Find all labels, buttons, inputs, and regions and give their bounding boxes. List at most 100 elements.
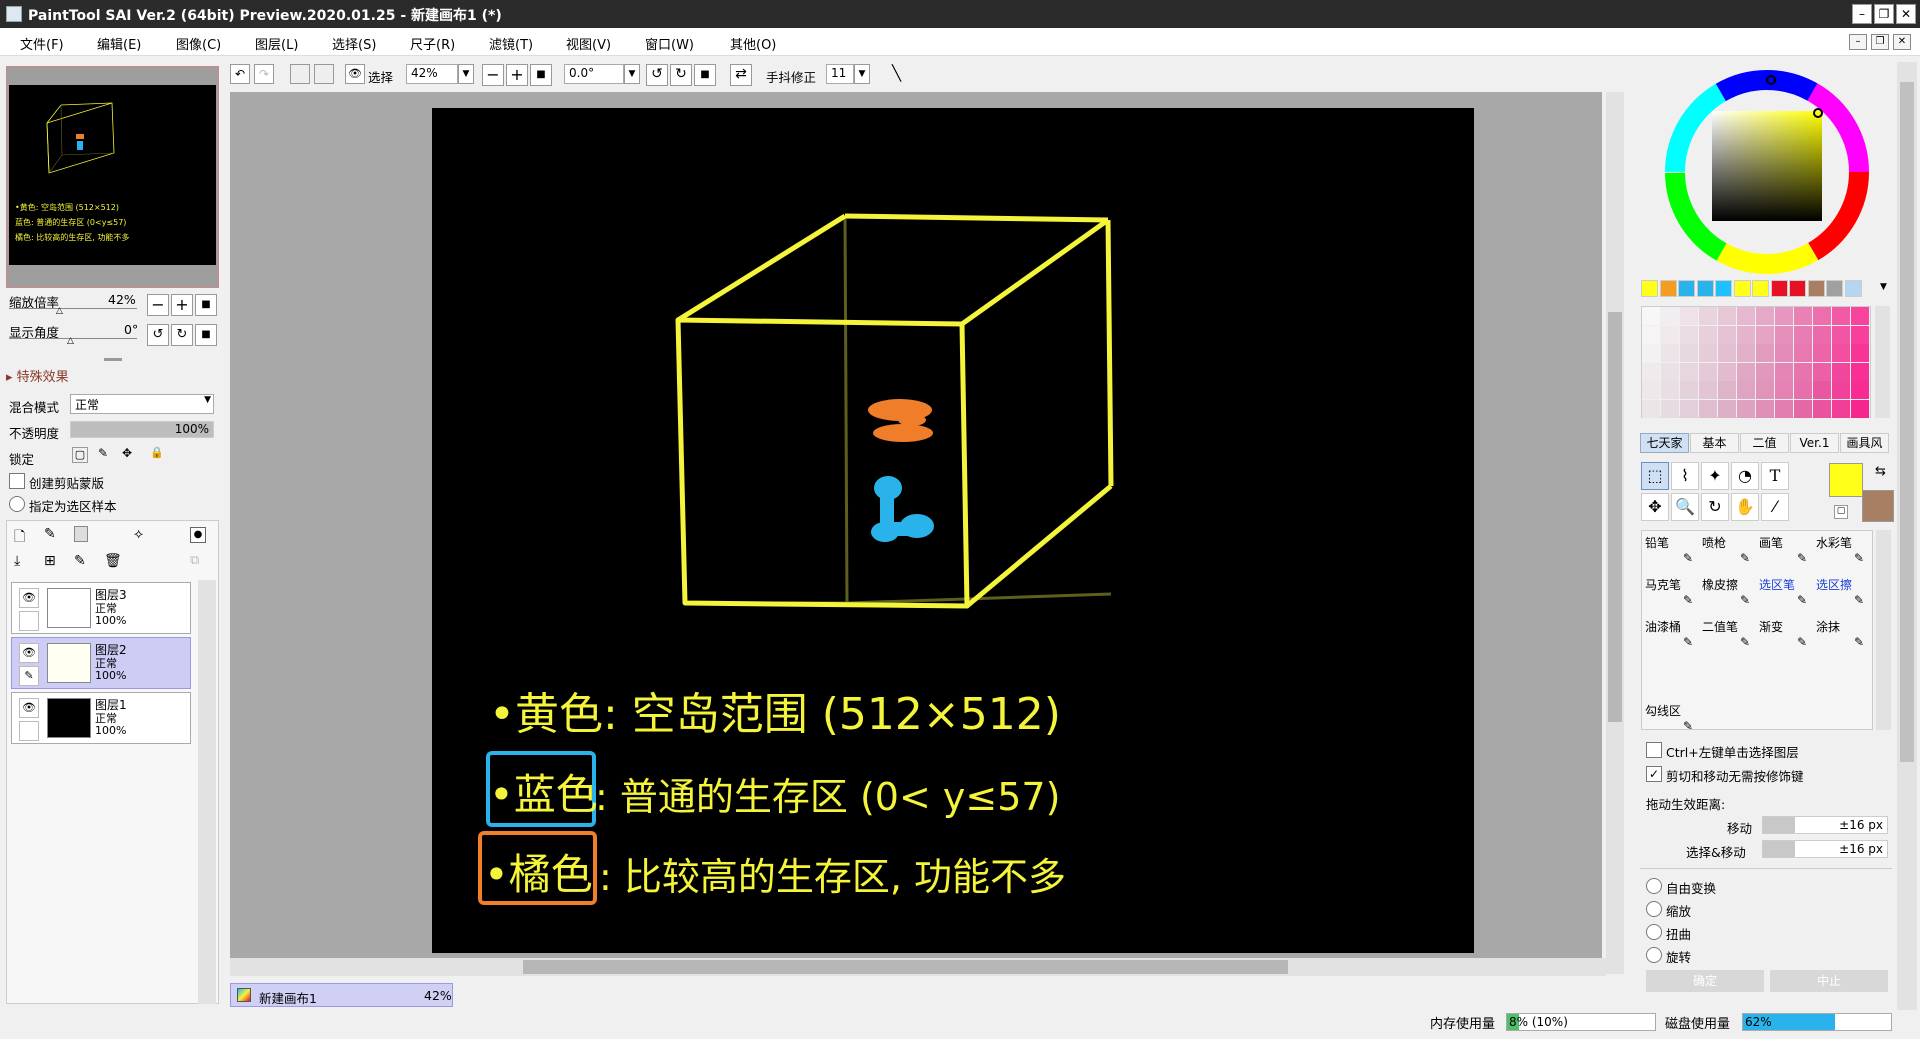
palette-swatch[interactable] [1733, 280, 1751, 297]
grid-swatch[interactable] [1718, 399, 1736, 418]
panel-splitter[interactable] [104, 358, 122, 361]
brush-scrollbar[interactable] [1876, 530, 1891, 730]
grid-swatch[interactable] [1680, 381, 1698, 399]
layer-effects-icon[interactable]: ⟡ [134, 526, 143, 542]
move-icon[interactable]: ✥ [1641, 493, 1669, 521]
grid-swatch[interactable] [1794, 399, 1812, 418]
eyedropper-icon[interactable]: ⁄ [1761, 493, 1789, 521]
grid-swatch[interactable] [1718, 325, 1736, 344]
nav-zoom-reset-button[interactable]: ■ [195, 294, 217, 316]
palette-swatch[interactable] [1826, 280, 1843, 297]
grid-swatch[interactable] [1775, 381, 1793, 399]
lock-transparency-icon[interactable]: ▢ [72, 447, 88, 463]
brush-slot[interactable]: 勾线区 ✎ [1645, 702, 1699, 742]
ctrl-click-checkbox[interactable] [1646, 742, 1662, 758]
grid-swatch[interactable] [1718, 381, 1736, 399]
grid-swatch[interactable] [1756, 362, 1774, 381]
tab-tool-set-basic[interactable]: 基本 [1690, 433, 1739, 453]
mdi-restore-button[interactable]: ❐ [1871, 34, 1889, 50]
grid-swatch[interactable] [1737, 399, 1755, 418]
zoom-in-button[interactable]: + [506, 64, 528, 86]
new-folder-icon[interactable] [74, 526, 88, 542]
grid-swatch[interactable] [1794, 362, 1812, 381]
new-linework-layer-icon[interactable]: ✎ [44, 526, 56, 542]
eye-icon[interactable]: 👁 [19, 588, 39, 608]
grid-swatch[interactable] [1832, 362, 1850, 381]
grid-swatch[interactable] [1832, 325, 1850, 344]
zoom-slider[interactable] [9, 308, 137, 309]
grid-swatch[interactable] [1642, 362, 1660, 381]
brush-slot[interactable]: 铅笔 ✎ [1645, 534, 1699, 574]
grid-swatch[interactable] [1680, 325, 1698, 344]
grid-swatch[interactable] [1756, 325, 1774, 344]
grid-swatch[interactable] [1737, 362, 1755, 381]
palette-swatch[interactable] [1641, 280, 1658, 297]
grid-swatch[interactable] [1680, 307, 1698, 325]
close-button[interactable]: ✕ [1896, 4, 1916, 24]
slider-thumb-icon[interactable]: △ [56, 306, 63, 316]
grid-swatch[interactable] [1756, 381, 1774, 399]
grid-swatch[interactable] [1642, 399, 1660, 418]
maximize-button[interactable]: ❐ [1874, 4, 1894, 24]
clip-mask-checkbox[interactable] [9, 473, 25, 489]
layer-scrollbar[interactable] [198, 580, 216, 1004]
undo-icon[interactable]: ↶ [230, 64, 250, 84]
chevron-down-icon[interactable]: ▼ [624, 64, 640, 84]
grid-swatch[interactable] [1775, 307, 1793, 325]
grid-swatch[interactable] [1775, 325, 1793, 344]
tab-tool-set-1[interactable]: 七天家 [1640, 433, 1689, 453]
merge-down-icon[interactable]: ⊞ [44, 553, 56, 569]
canvas-horizontal-scrollbar[interactable] [230, 958, 1606, 976]
palette-swatch[interactable] [1752, 280, 1769, 297]
effects-expander[interactable]: ▸ 特殊效果 [6, 366, 69, 385]
grid-swatch[interactable] [1699, 344, 1717, 362]
lock-move-icon[interactable]: ✥ [122, 446, 132, 460]
grid-swatch[interactable] [1680, 344, 1698, 362]
slider-thumb-icon[interactable]: △ [67, 336, 74, 346]
magic-wand-icon[interactable]: ✦ [1701, 462, 1729, 490]
transfer-down-icon[interactable]: ⤓ [14, 553, 20, 569]
grid-swatch[interactable] [1756, 344, 1774, 362]
eye-icon[interactable]: 👁 [345, 64, 365, 84]
brush-slot[interactable]: 选区笔 ✎ [1759, 576, 1813, 616]
palette-swatch[interactable] [1844, 280, 1862, 297]
menu-edit[interactable]: 编辑(E) [97, 34, 141, 53]
free-transform-radio[interactable] [1646, 878, 1662, 894]
lasso-icon[interactable]: ⌇ [1671, 462, 1699, 490]
nav-rotate-reset-button[interactable]: ■ [195, 324, 217, 346]
merge-visible-icon[interactable]: ⧉ [190, 553, 199, 568]
rotate-icon[interactable]: ↻ [1701, 493, 1729, 521]
shape-icon[interactable]: ◔ [1731, 462, 1759, 490]
rotation-select[interactable]: 0.0° [564, 64, 624, 84]
nav-rotate-left-button[interactable]: ↺ [147, 324, 169, 346]
grid-swatch[interactable] [1851, 399, 1869, 418]
menu-select[interactable]: 选择(S) [332, 34, 376, 53]
grid-swatch[interactable] [1851, 362, 1869, 381]
brush-slot[interactable]: 选区擦 ✎ [1816, 576, 1870, 616]
zoom-select[interactable]: 42% [406, 64, 458, 84]
nav-zoom-in-button[interactable]: + [171, 294, 193, 316]
grid-swatch[interactable] [1737, 344, 1755, 362]
right-panel-scrollbar[interactable] [1897, 62, 1917, 1010]
grid-swatch[interactable] [1756, 399, 1774, 418]
menu-ruler[interactable]: 尺子(R) [410, 34, 455, 53]
blend-mode-select[interactable]: 正常 ▼ [70, 394, 214, 414]
invert-selection-icon[interactable] [314, 64, 334, 84]
brush-slot[interactable]: 橡皮擦 ✎ [1702, 576, 1756, 616]
grid-swatch[interactable] [1718, 362, 1736, 381]
nav-rotate-right-button[interactable]: ↻ [171, 324, 193, 346]
grid-swatch[interactable] [1661, 307, 1679, 325]
grid-swatch[interactable] [1851, 381, 1869, 399]
grid-swatch[interactable] [1661, 325, 1679, 344]
document-tab[interactable]: 新建画布1 42% [230, 983, 453, 1007]
brush-slot[interactable]: 渐变 ✎ [1759, 618, 1813, 658]
grid-swatch[interactable] [1832, 307, 1850, 325]
brush-slot[interactable]: 喷枪 ✎ [1702, 534, 1756, 574]
grid-swatch[interactable] [1851, 344, 1869, 362]
palette-swatch[interactable] [1770, 280, 1788, 297]
grid-swatch[interactable] [1699, 325, 1717, 344]
brush-slot[interactable]: 水彩笔 ✎ [1816, 534, 1870, 574]
grid-swatch[interactable] [1661, 381, 1679, 399]
new-layer-icon[interactable]: 🗋 [14, 526, 25, 550]
brush-slot[interactable]: 涂抹 ✎ [1816, 618, 1870, 658]
